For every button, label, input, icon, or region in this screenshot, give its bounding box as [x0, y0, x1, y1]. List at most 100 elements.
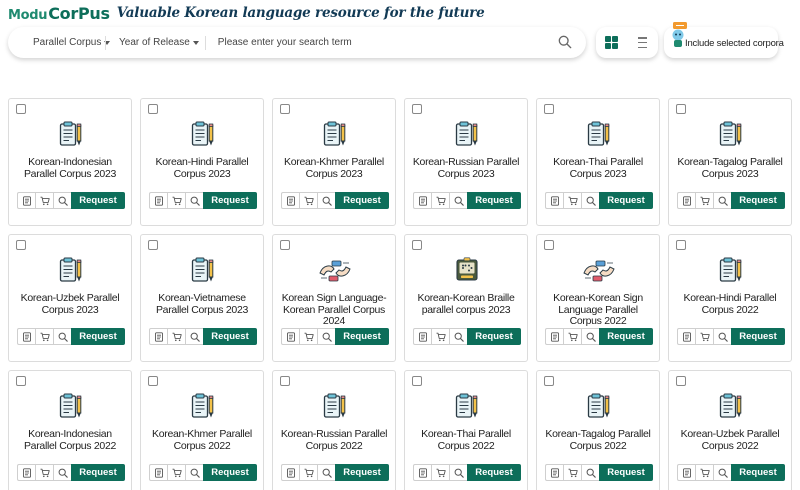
- select-checkbox[interactable]: [544, 240, 554, 250]
- details-button[interactable]: [149, 464, 167, 481]
- corpus-title[interactable]: Korean-Thai Parallel Corpus 2022: [409, 428, 523, 452]
- add-to-cart-button[interactable]: [431, 328, 449, 345]
- add-to-cart-button[interactable]: [563, 192, 581, 209]
- request-button[interactable]: Request: [467, 328, 521, 345]
- request-button[interactable]: Request: [71, 464, 125, 481]
- preview-button[interactable]: [185, 192, 203, 209]
- preview-button[interactable]: [713, 464, 731, 481]
- select-checkbox[interactable]: [280, 240, 290, 250]
- corpus-title[interactable]: Korean-Tagalog Parallel Corpus 2023: [673, 156, 787, 180]
- preview-button[interactable]: [185, 464, 203, 481]
- request-button[interactable]: Request: [467, 192, 521, 209]
- request-button[interactable]: Request: [203, 464, 257, 481]
- search-input[interactable]: [217, 37, 578, 48]
- preview-button[interactable]: [713, 192, 731, 209]
- preview-button[interactable]: [185, 328, 203, 345]
- preview-button[interactable]: [581, 464, 599, 481]
- request-button[interactable]: Request: [599, 328, 653, 345]
- add-to-cart-button[interactable]: [299, 464, 317, 481]
- preview-button[interactable]: [449, 192, 467, 209]
- add-to-cart-button[interactable]: [167, 328, 185, 345]
- corpus-title[interactable]: Korean-Uzbek Parallel Corpus 2022: [673, 428, 787, 452]
- add-to-cart-button[interactable]: [299, 192, 317, 209]
- add-to-cart-button[interactable]: [35, 328, 53, 345]
- preview-button[interactable]: [53, 464, 71, 481]
- add-to-cart-button[interactable]: [299, 328, 317, 345]
- add-to-cart-button[interactable]: [695, 192, 713, 209]
- add-to-cart-button[interactable]: [431, 192, 449, 209]
- request-button[interactable]: Request: [335, 192, 389, 209]
- add-to-cart-button[interactable]: [563, 464, 581, 481]
- details-button[interactable]: [545, 328, 563, 345]
- details-button[interactable]: [413, 328, 431, 345]
- add-to-cart-button[interactable]: [695, 464, 713, 481]
- details-button[interactable]: [149, 328, 167, 345]
- details-button[interactable]: [17, 328, 35, 345]
- request-button[interactable]: Request: [599, 192, 653, 209]
- corpus-title[interactable]: Korean-Korean Sign Language Parallel Cor…: [541, 292, 655, 328]
- corpus-title[interactable]: Korean Sign Language-Korean Parallel Cor…: [277, 292, 391, 328]
- corpus-title[interactable]: Korean-Uzbek Parallel Corpus 2023: [13, 292, 127, 316]
- select-checkbox[interactable]: [16, 376, 26, 386]
- select-checkbox[interactable]: [412, 104, 422, 114]
- list-view-icon[interactable]: [638, 37, 647, 48]
- corpus-title[interactable]: Korean-Indonesian Parallel Corpus 2023: [13, 156, 127, 180]
- select-checkbox[interactable]: [544, 376, 554, 386]
- request-button[interactable]: Request: [335, 464, 389, 481]
- details-button[interactable]: [677, 464, 695, 481]
- request-button[interactable]: Request: [731, 464, 785, 481]
- add-to-cart-button[interactable]: [35, 464, 53, 481]
- select-checkbox[interactable]: [544, 104, 554, 114]
- add-to-cart-button[interactable]: [167, 192, 185, 209]
- details-button[interactable]: [149, 192, 167, 209]
- details-button[interactable]: [545, 464, 563, 481]
- year-select[interactable]: Year of Release: [119, 37, 199, 48]
- details-button[interactable]: [677, 328, 695, 345]
- corpus-title[interactable]: Korean-Indonesian Parallel Corpus 2022: [13, 428, 127, 452]
- request-button[interactable]: Request: [203, 192, 257, 209]
- grid-view-icon[interactable]: [605, 36, 618, 49]
- details-button[interactable]: [677, 192, 695, 209]
- select-checkbox[interactable]: [16, 104, 26, 114]
- request-button[interactable]: Request: [335, 328, 389, 345]
- preview-button[interactable]: [581, 328, 599, 345]
- request-button[interactable]: Request: [71, 328, 125, 345]
- request-button[interactable]: Request: [71, 192, 125, 209]
- select-checkbox[interactable]: [16, 240, 26, 250]
- corpus-title[interactable]: Korean-Russian Parallel Corpus 2022: [277, 428, 391, 452]
- select-checkbox[interactable]: [412, 376, 422, 386]
- details-button[interactable]: [413, 464, 431, 481]
- select-checkbox[interactable]: [412, 240, 422, 250]
- preview-button[interactable]: [53, 192, 71, 209]
- corpus-title[interactable]: Korean-Korean Braille parallel corpus 20…: [409, 292, 523, 316]
- preview-button[interactable]: [53, 328, 71, 345]
- add-to-cart-button[interactable]: [431, 464, 449, 481]
- request-button[interactable]: Request: [731, 328, 785, 345]
- add-to-cart-button[interactable]: [563, 328, 581, 345]
- select-checkbox[interactable]: [148, 240, 158, 250]
- details-button[interactable]: [413, 192, 431, 209]
- add-to-cart-button[interactable]: [35, 192, 53, 209]
- select-checkbox[interactable]: [676, 104, 686, 114]
- corpus-title[interactable]: Korean-Russian Parallel Corpus 2023: [409, 156, 523, 180]
- preview-button[interactable]: [713, 328, 731, 345]
- details-button[interactable]: [545, 192, 563, 209]
- site-logo[interactable]: Modu CorPus: [8, 4, 110, 23]
- preview-button[interactable]: [317, 328, 335, 345]
- corpus-title[interactable]: Korean-Tagalog Parallel Corpus 2022: [541, 428, 655, 452]
- add-to-cart-button[interactable]: [695, 328, 713, 345]
- select-checkbox[interactable]: [676, 376, 686, 386]
- select-checkbox[interactable]: [676, 240, 686, 250]
- category-select[interactable]: Parallel Corpus: [33, 37, 111, 48]
- preview-button[interactable]: [581, 192, 599, 209]
- request-button[interactable]: Request: [599, 464, 653, 481]
- details-button[interactable]: [281, 328, 299, 345]
- preview-button[interactable]: [317, 192, 335, 209]
- request-button[interactable]: Request: [731, 192, 785, 209]
- search-icon[interactable]: [558, 35, 572, 49]
- include-selected-button[interactable]: Include selected corpora: [664, 22, 784, 58]
- corpus-title[interactable]: Korean-Khmer Parallel Corpus 2022: [145, 428, 259, 452]
- select-checkbox[interactable]: [280, 104, 290, 114]
- select-checkbox[interactable]: [148, 376, 158, 386]
- details-button[interactable]: [281, 464, 299, 481]
